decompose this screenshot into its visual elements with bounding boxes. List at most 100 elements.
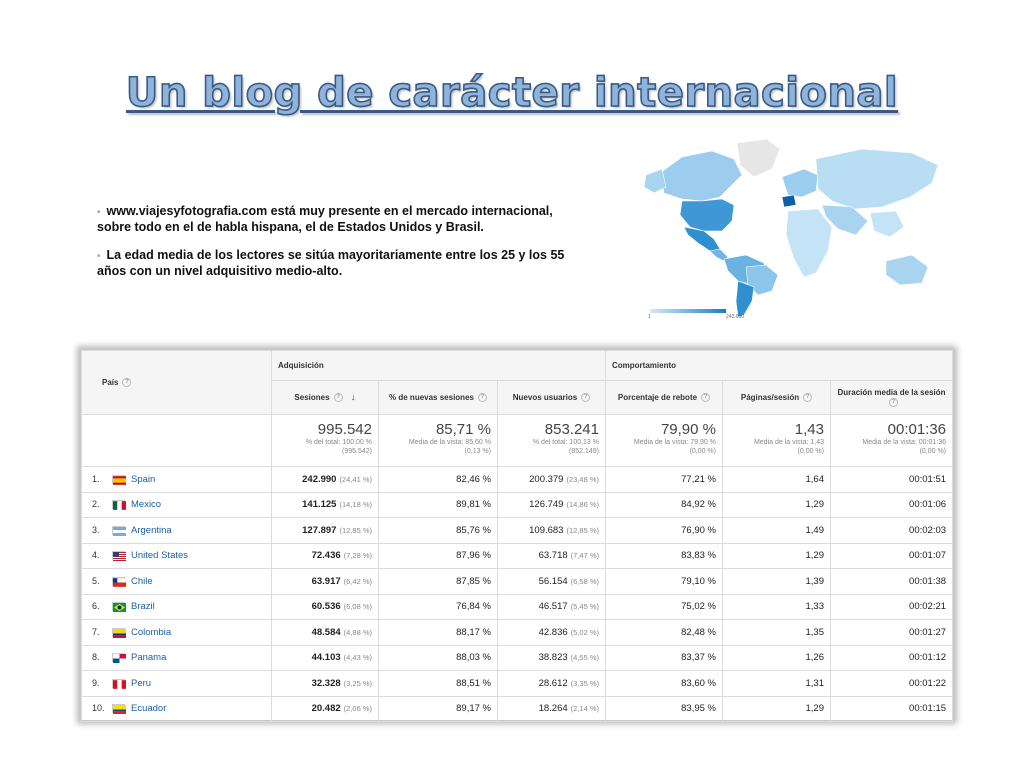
total-value: 79,90 % [660, 421, 716, 438]
world-map: 1 242.990 [643, 138, 939, 320]
nuevas-cell: 87,85 % [378, 568, 498, 595]
nuevas-cell: 89,81 % [378, 491, 498, 518]
sesiones-pct: (12,85 %) [339, 525, 372, 535]
pais-label: País [102, 377, 119, 387]
country-link[interactable]: Peru [131, 678, 151, 689]
table-row: 4. United States 72.436 (7,28 %) 87,96 % 63.7… [81, 542, 954, 569]
paginas-cell: 1,26 [722, 644, 831, 671]
duracion-cell: 00:01:38 [829, 568, 954, 595]
total-value: 995.542 [317, 421, 372, 438]
flag-peru-icon [112, 678, 126, 689]
usuarios-value: 109.683 [529, 524, 564, 536]
country-link[interactable]: Mexico [131, 499, 161, 510]
usuarios-value: 56.154 [538, 575, 568, 587]
duracion-cell: 00:01:06 [829, 491, 954, 518]
paginas-cell: 1,39 [722, 568, 831, 595]
usuarios-pct: (5,02 %) [570, 627, 599, 637]
table-row: 3. Argentina 127.897 (12,85 %) 85,76 % 109.68… [81, 517, 954, 544]
paginas-cell: 1,29 [722, 542, 831, 569]
sesiones-pct: (4,88 %) [343, 627, 372, 637]
help-icon[interactable]: ? [803, 393, 813, 403]
duracion-cell: 00:02:03 [829, 517, 954, 544]
country-cell: 4. United States [81, 542, 272, 569]
total-sub: (995.542) [342, 448, 372, 455]
column-header-sesiones[interactable]: Sesiones? ↓ [271, 380, 379, 415]
column-header-paginas[interactable]: Páginas/sesión? [722, 380, 831, 415]
total-sub: % del total: 100,00 % [305, 439, 372, 446]
column-header-nuevos-usuarios[interactable]: Nuevos usuarios? [497, 380, 606, 415]
help-icon[interactable]: ? [581, 393, 591, 403]
table-row: 2. Mexico 141.125 (14,18 %) 89,81 % 126.749 (1… [81, 491, 954, 518]
row-index: 6. [92, 601, 100, 612]
usuarios-cell: 56.154 (6,58 %) [497, 568, 606, 595]
flag-panama-icon [112, 653, 126, 664]
rebote-cell: 84,92 % [605, 491, 723, 518]
map-asia [815, 148, 939, 210]
duracion-label: Duración media de la sesión [837, 388, 946, 398]
paginas-cell: 1,33 [722, 593, 831, 620]
country-cell: 1. Spain [81, 466, 272, 493]
total-sub: % del total: 100,13 % [532, 439, 599, 446]
usuarios-value: 42.836 [538, 626, 568, 638]
duracion-cell: 00:01:12 [829, 644, 954, 671]
help-icon[interactable]: ? [477, 393, 487, 403]
country-cell: 10. Ecuador [81, 695, 272, 722]
paginas-cell: 1,35 [722, 619, 831, 646]
sesiones-cell: 48.584 (4,88 %) [271, 619, 379, 646]
sort-down-icon[interactable]: ↓ [351, 392, 356, 403]
flag-mexico-icon [112, 500, 126, 511]
sesiones-value: 242.990 [302, 473, 337, 485]
flag-ecuador-icon [112, 704, 126, 715]
country-link[interactable]: Argentina [131, 525, 172, 536]
sesiones-value: 141.125 [302, 499, 337, 511]
sesiones-cell: 44.103 (4,43 %) [271, 644, 379, 671]
totals-empty-cell [81, 414, 272, 467]
help-icon[interactable]: ? [889, 397, 899, 407]
sesiones-pct: (4,43 %) [343, 653, 372, 663]
usuarios-cell: 200.379 (23,48 %) [497, 466, 606, 493]
country-link[interactable]: Spain [131, 474, 155, 485]
row-index: 8. [92, 652, 100, 663]
sesiones-value: 127.897 [302, 524, 337, 536]
bullet-list: • www.viajesyfotografia.com está muy pres… [97, 204, 577, 292]
column-header-nuevas-sesiones[interactable]: % de nuevas sesiones? [378, 380, 498, 415]
flag-brazil-icon [112, 602, 126, 613]
sesiones-value: 44.103 [311, 652, 341, 664]
group-header-adquisicion: Adquisición [271, 350, 606, 381]
country-link[interactable]: United States [131, 550, 188, 561]
total-duracion: 00:01:36 Media de la vista: 00:01:36 (0,00… [829, 414, 954, 467]
sesiones-pct: (6,08 %) [343, 602, 372, 612]
map-usa [679, 198, 735, 232]
rebote-cell: 83,60 % [605, 670, 723, 697]
rebote-cell: 75,02 % [605, 593, 723, 620]
help-icon[interactable]: ? [701, 393, 711, 403]
row-index: 2. [92, 499, 100, 510]
country-link[interactable]: Colombia [131, 627, 171, 638]
help-icon[interactable]: ? [122, 378, 132, 388]
nuevas-cell: 88,51 % [378, 670, 498, 697]
column-header-rebote[interactable]: Porcentaje de rebote? [605, 380, 723, 415]
sesiones-cell: 20.482 (2,06 %) [271, 695, 379, 722]
total-value: 00:01:36 [887, 421, 947, 438]
country-link[interactable]: Ecuador [131, 703, 166, 714]
row-index: 3. [92, 524, 100, 535]
bullet-dot-icon: • [97, 207, 101, 218]
slide-title: Un blog de carácter internacional [125, 69, 899, 117]
bullet-text: La edad media de los lectores se sitúa m… [97, 248, 565, 278]
map-southeast-asia [869, 210, 905, 238]
country-link[interactable]: Brazil [131, 601, 155, 612]
help-icon[interactable]: ? [333, 393, 343, 403]
column-header-duracion[interactable]: Duración media de la sesión? [829, 380, 954, 415]
rebote-cell: 77,21 % [605, 466, 723, 493]
usuarios-pct: (5,45 %) [570, 602, 599, 612]
usuarios-pct: (14,86 %) [566, 500, 599, 510]
nuevas-cell: 87,96 % [378, 542, 498, 569]
table-row: 6. Brazil 60.536 (6,08 %) 76,84 % 46.517 (5,45… [81, 593, 954, 620]
column-header-pais[interactable]: País? [81, 350, 272, 415]
table-row: 9. Peru 32.328 (3,25 %) 88,51 % 28.612 (3,35 %… [81, 670, 954, 697]
usuarios-pct: (7,47 %) [570, 551, 599, 561]
country-link[interactable]: Panama [131, 652, 166, 663]
country-link[interactable]: Chile [131, 576, 153, 587]
usuarios-cell: 46.517 (5,45 %) [497, 593, 606, 620]
sesiones-cell: 60.536 (6,08 %) [271, 593, 379, 620]
